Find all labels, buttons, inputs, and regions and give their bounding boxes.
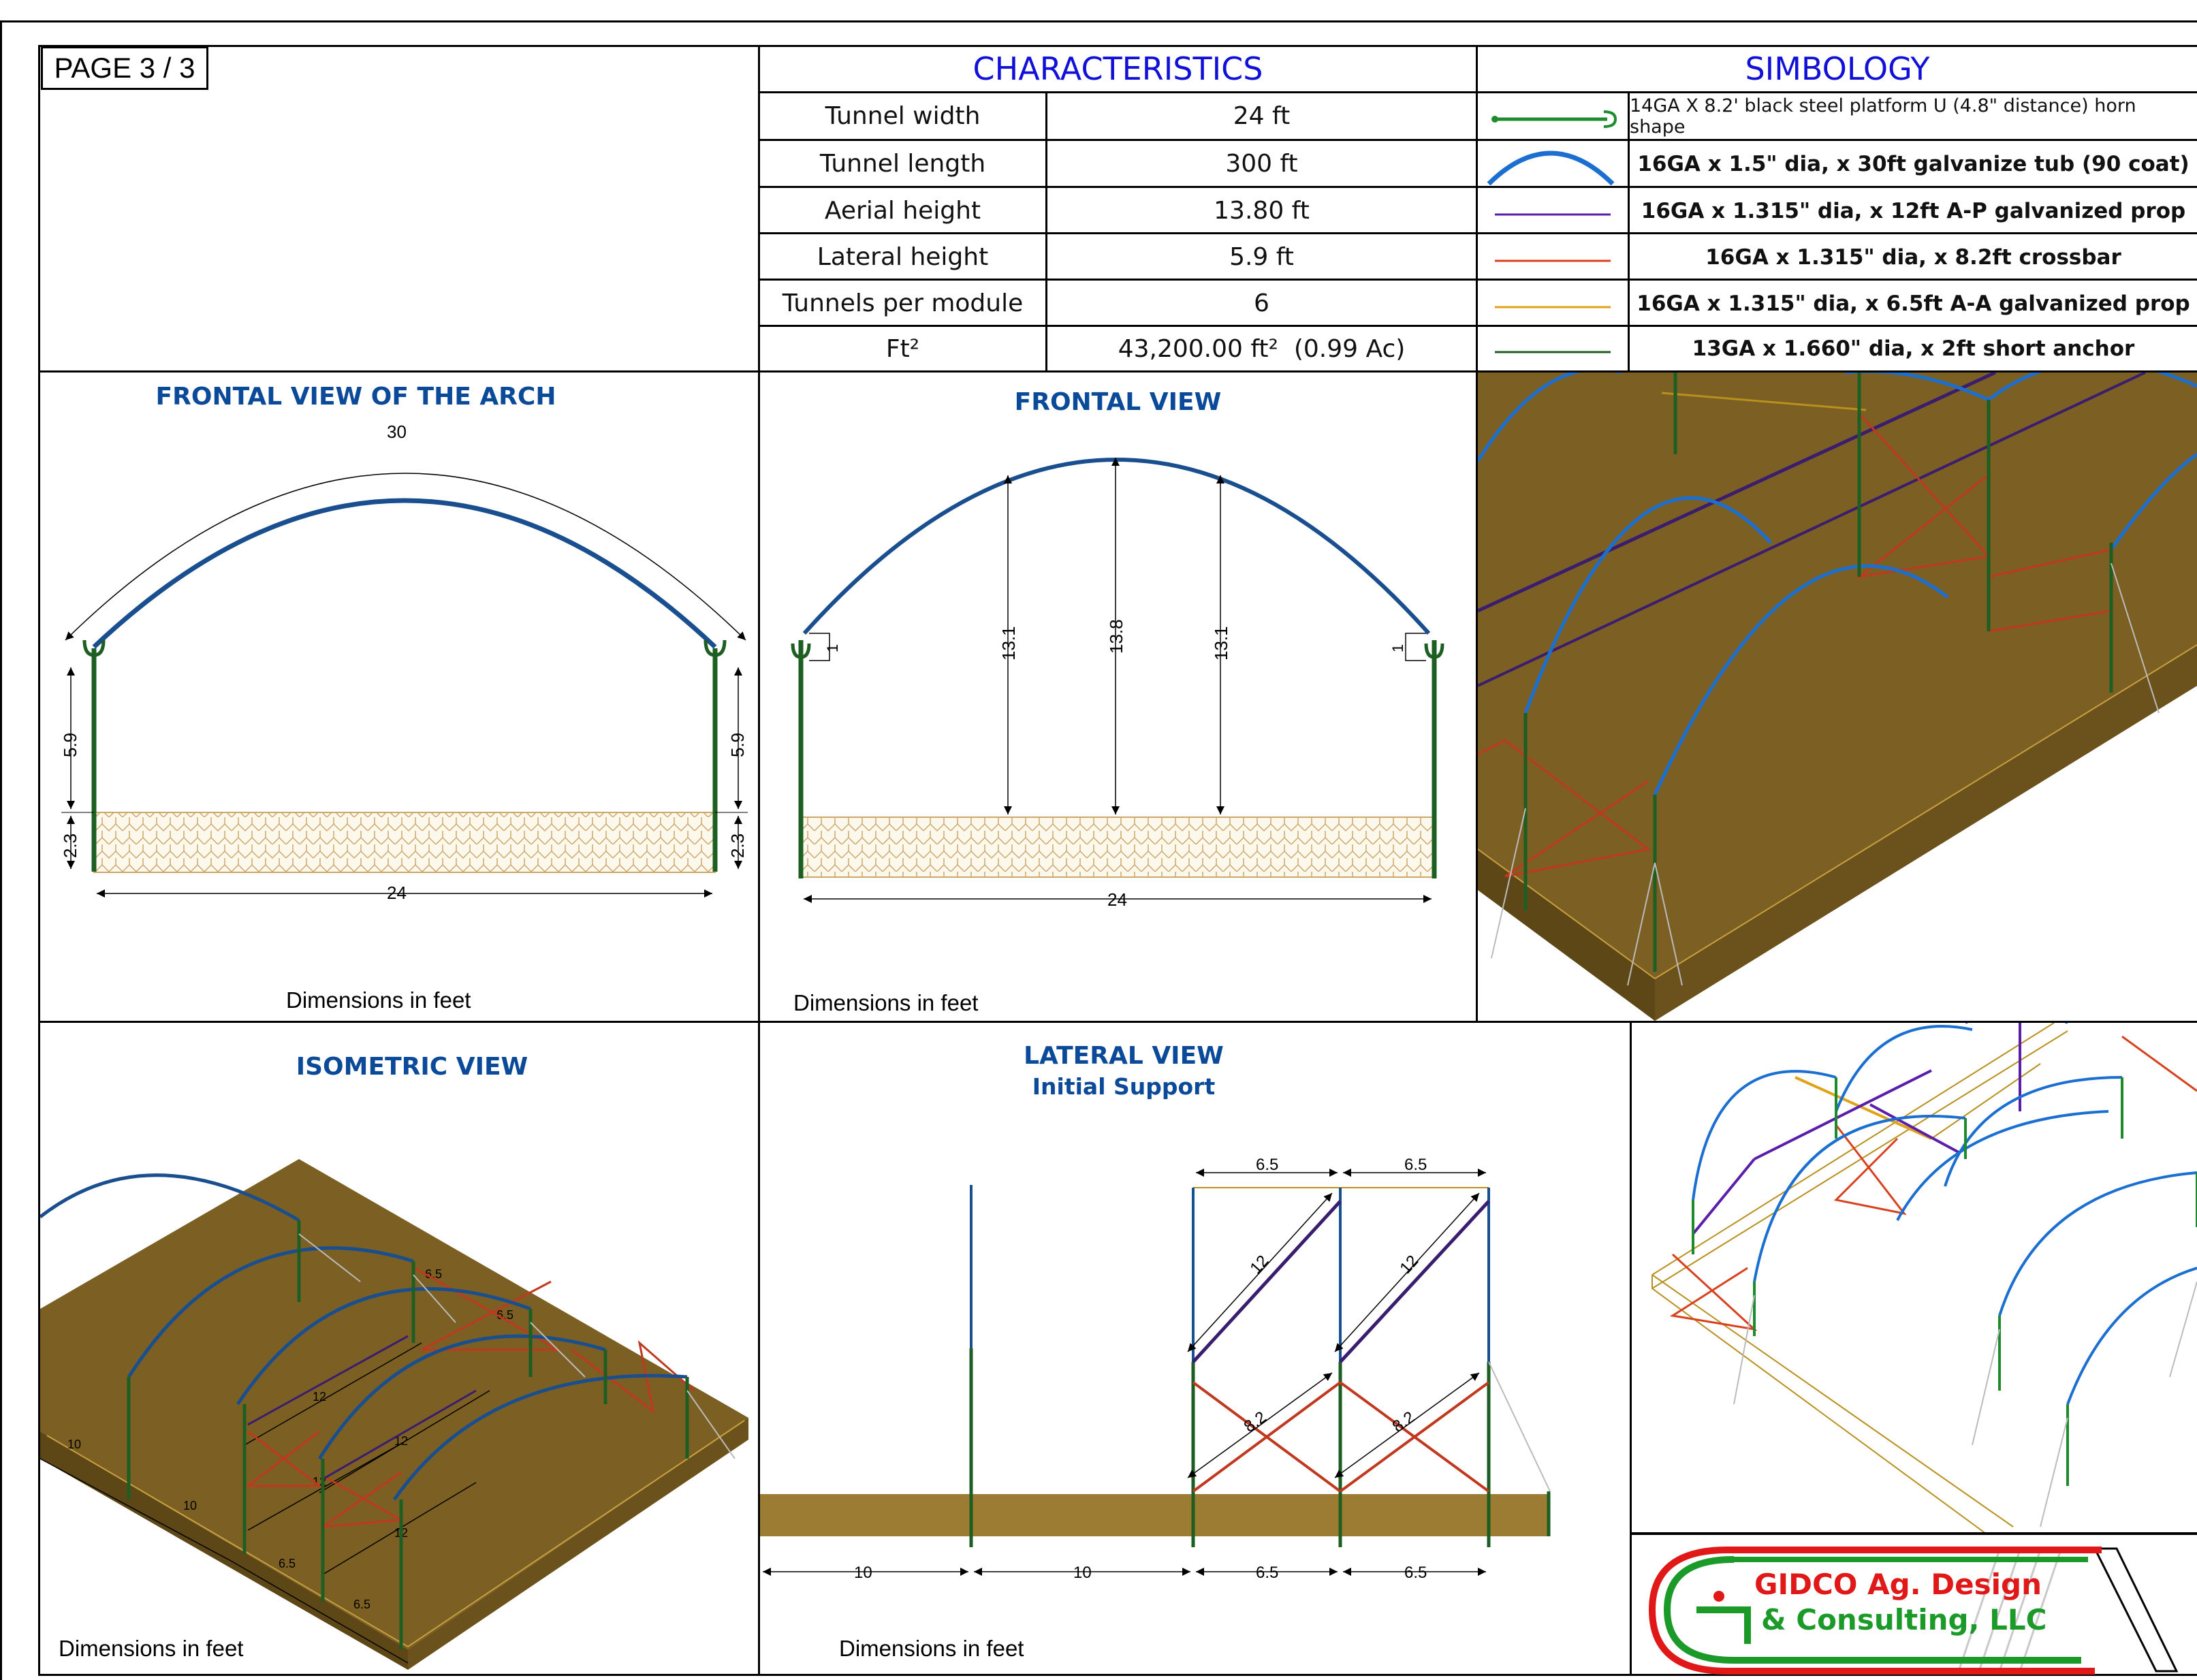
char-row-label: Tunnel length: [819, 150, 986, 178]
char-row-value: 13.80 ft: [1214, 197, 1310, 225]
width-label: 24: [1107, 889, 1127, 910]
symbology-desc: 16GA x 1.315" dia, x 8.2ft crossbar: [1705, 244, 2121, 270]
lateral-top-label: 6.5: [1404, 1158, 1427, 1174]
lateral-view-subtitle: Initial Support: [1032, 1073, 1216, 1100]
arc-label: 30: [387, 422, 407, 442]
small-label: 1: [824, 644, 841, 652]
side-height-label: 13.1: [1211, 626, 1231, 661]
symbology-desc: 16GA x 1.315" dia, x 12ft A-P galvanized…: [1641, 198, 2186, 223]
char-row-value: 6: [1254, 289, 1269, 317]
frontal-arch-drawing: 30 5.9 5.9 2.3 2.3 24: [60, 422, 748, 899]
char-row-label: Ft²: [885, 334, 920, 363]
lateral-view-drawing: 6.5 6.5 12 12 8.2 8.2 10 10 6.5 6.5: [760, 1158, 1551, 1580]
characteristics-title: CHARACTERISTICS: [973, 50, 1263, 87]
center-height-label: 13.8: [1106, 619, 1126, 654]
lateral-bottom-label: 10: [1073, 1564, 1092, 1580]
small-label: 1: [1389, 644, 1406, 652]
lateral-bottom-label: 10: [854, 1564, 872, 1580]
depth-label: 2.3: [60, 834, 80, 858]
isometric-drawing: 12 12 12 12 10 10 6.5 6.5 6.5 6.5: [40, 1159, 748, 1670]
symbology-desc: 16GA x 1.315" dia, x 6.5ft A-A galvanize…: [1637, 291, 2190, 316]
lateral-diag-label: 12: [1396, 1252, 1422, 1278]
dimensions-note: Dimensions in feet: [793, 990, 979, 1015]
lateral-view-title: LATERAL VIEW: [1024, 1042, 1224, 1070]
char-row-value: 43,200.00 ft² (0.99 Ac): [1118, 334, 1406, 363]
iso-dim-label: 6.5: [353, 1598, 370, 1611]
iso-dim-label: 10: [67, 1438, 81, 1451]
depth-label: 2.3: [727, 834, 748, 858]
red-line-icon: [1495, 254, 1611, 262]
char-row-value: 24 ft: [1233, 102, 1291, 130]
iso-dim-label: 12: [313, 1390, 326, 1404]
page-label: PAGE 3 / 3: [41, 46, 208, 90]
company-logo: GIDCO Ag. Design & Consulting, LLC: [1632, 1535, 2197, 1676]
frontal-view-title: FRONTAL VIEW: [1014, 388, 1222, 416]
lateral-bottom-label: 6.5: [1256, 1564, 1278, 1580]
leaf-icon: [1713, 1591, 1724, 1602]
lateral-top-label: 6.5: [1256, 1158, 1278, 1174]
dimensions-note: Dimensions in feet: [839, 1636, 1024, 1661]
height-label: 5.9: [727, 733, 748, 757]
purple-line-icon: [1495, 208, 1611, 216]
height-label: 5.9: [60, 733, 80, 757]
width-label: 24: [387, 883, 407, 899]
char-row-label: Lateral height: [817, 243, 989, 271]
iso-dim-label: 10: [183, 1499, 197, 1512]
arch-tube-icon: [1485, 143, 1617, 186]
symbology-title: SIMBOLOGY: [1745, 50, 1930, 87]
symbology-desc: 13GA x 1.660" dia, x 2ft short anchor: [1692, 336, 2135, 361]
dimensions-note: Dimensions in feet: [59, 1636, 244, 1661]
lateral-diag-label: 12: [1246, 1252, 1272, 1278]
char-row-value: 5.9 ft: [1229, 243, 1294, 271]
dimensions-note: Dimensions in feet: [286, 987, 471, 1013]
char-row-value: 300 ft: [1225, 150, 1298, 178]
horn-platform-icon: [1491, 102, 1621, 129]
lateral-cross-label: 8.2: [1389, 1408, 1419, 1436]
orange-line-icon: [1495, 300, 1611, 308]
logo-line1: GIDCO Ag. Design: [1754, 1568, 2042, 1601]
wireframe-3d-view: [1651, 1023, 2197, 1534]
symbology-desc: 14GA X 8.2' black steel platform U (4.8"…: [1630, 95, 2136, 138]
detail-3d-view: [1478, 373, 2197, 1021]
side-height-label: 13.1: [998, 626, 1019, 661]
char-row-label: Aerial height: [824, 197, 981, 225]
char-row-label: Tunnel width: [825, 102, 981, 130]
lateral-bottom-label: 6.5: [1404, 1564, 1427, 1580]
lateral-cross-label: 8.2: [1241, 1408, 1270, 1436]
char-row-label: Tunnels per module: [782, 289, 1024, 317]
symbology-desc: 16GA x 1.5" dia, x 30ft galvanize tub (9…: [1637, 151, 2190, 176]
logo-line2: & Consulting, LLC: [1761, 1603, 2047, 1636]
green-line-icon: [1495, 345, 1611, 353]
iso-dim-label: 6.5: [279, 1557, 296, 1570]
frontal-view-drawing: 13.1 13.8 13.1 1 1 24: [791, 458, 1444, 910]
